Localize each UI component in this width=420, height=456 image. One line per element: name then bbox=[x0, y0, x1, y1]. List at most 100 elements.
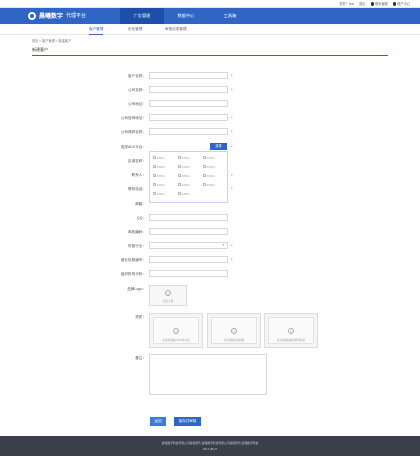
required-mark: * bbox=[231, 144, 233, 149]
customer-name-label: 客户名称： bbox=[128, 74, 146, 78]
contact-label: 联系人： bbox=[131, 173, 146, 177]
industry-label: 所属行业： bbox=[128, 244, 146, 248]
adx-option[interactable]: XXPAI bbox=[153, 182, 178, 187]
checkbox-icon bbox=[153, 183, 156, 186]
adx-option[interactable]: XXPAI bbox=[178, 155, 203, 160]
adx-option[interactable]: XXPAI bbox=[203, 182, 228, 187]
company-address-input[interactable] bbox=[149, 100, 228, 107]
upload-caption: 点击添加营业执照 bbox=[223, 339, 245, 342]
company-short-input[interactable] bbox=[149, 128, 228, 135]
adx-select-button[interactable]: 选择 bbox=[210, 143, 227, 150]
region-label: 区域名称： bbox=[128, 159, 146, 163]
adx-option[interactable]: XXPAI bbox=[178, 191, 203, 196]
org-code-cert-upload[interactable]: + 点击添加组织机构代码证 bbox=[264, 313, 318, 348]
qualification-label: 资质： bbox=[135, 315, 146, 319]
tab-optimization[interactable]: 优化管理 bbox=[128, 24, 142, 35]
upload-area: + 点击添加营业执照 bbox=[211, 317, 257, 344]
checkbox-icon bbox=[178, 192, 181, 195]
required-mark: * bbox=[231, 129, 233, 134]
nav-data-center[interactable]: 数据中心 bbox=[164, 8, 208, 24]
business-license-upload[interactable]: + 点击添加营业执照 bbox=[207, 313, 261, 348]
company-site-label: 公司官网地址： bbox=[120, 116, 146, 120]
license-number-label: 营业执照编号： bbox=[120, 258, 146, 262]
checkbox-icon bbox=[153, 156, 156, 159]
user-icon bbox=[392, 2, 397, 6]
adx-option[interactable]: XXPAI bbox=[203, 164, 228, 169]
contact-link[interactable]: 联系客服 bbox=[370, 1, 388, 6]
phone-label: 联系电话： bbox=[128, 187, 146, 191]
adx-option[interactable]: XXPAI bbox=[153, 173, 178, 178]
remark-textarea[interactable] bbox=[149, 354, 267, 395]
chevron-down-icon: ▼ bbox=[222, 243, 225, 247]
adx-option[interactable]: XXPAI bbox=[203, 155, 228, 160]
checkbox-icon bbox=[153, 192, 156, 195]
tab-customer-management[interactable]: 客户管理 bbox=[89, 24, 104, 35]
footer-copyright: 晨曦数字科技有限公司版权所有 晨曦数字科技有限公司版权所有 晨曦数字科技 bbox=[161, 441, 259, 445]
logo-text: 晨曦数字 bbox=[39, 14, 64, 20]
required-mark: * bbox=[231, 257, 233, 262]
zip-input[interactable] bbox=[149, 228, 228, 235]
org-code-input[interactable] bbox=[149, 270, 228, 277]
nav-ad-management[interactable]: 广告管理 bbox=[120, 8, 164, 24]
company-name-input[interactable] bbox=[149, 86, 228, 93]
zip-label: 邮政编码： bbox=[128, 230, 146, 234]
title-divider bbox=[32, 55, 388, 56]
company-name-label: 公司名称： bbox=[128, 88, 146, 92]
adx-option[interactable]: XXPAI bbox=[178, 182, 203, 187]
footer-date: 2017-08-27 bbox=[202, 447, 218, 451]
account-link[interactable]: 账户中心 bbox=[392, 1, 410, 6]
brand-logo-label: 品牌Logo： bbox=[127, 287, 146, 291]
brand-logo-upload[interactable]: + 点击上传 bbox=[149, 285, 187, 306]
sub-nav: 客户管理 优化管理 审核记录管理 bbox=[0, 24, 420, 35]
adx-option[interactable]: XXPAI bbox=[178, 173, 203, 178]
checkbox-icon bbox=[203, 174, 206, 177]
plus-icon: + bbox=[165, 290, 171, 296]
plus-icon: + bbox=[173, 328, 179, 334]
contact-icon bbox=[370, 2, 374, 6]
brand-logo[interactable]: 晨曦数字 代理平台 bbox=[28, 11, 86, 20]
required-mark: * bbox=[231, 87, 233, 92]
qq-input[interactable] bbox=[149, 214, 228, 221]
checkbox-icon bbox=[153, 174, 156, 177]
required-mark: * bbox=[231, 73, 233, 78]
adx-option[interactable]: XXPAI bbox=[178, 164, 203, 169]
required-mark: * bbox=[231, 186, 233, 191]
breadcrumb: 首页 > 客户管理 > 新建客户 bbox=[32, 39, 72, 43]
save-and-submit-button[interactable]: 保存并审核 bbox=[174, 417, 201, 426]
logo-icon bbox=[28, 11, 36, 20]
upload-caption: 点击上传 bbox=[162, 300, 174, 303]
plus-icon: + bbox=[231, 328, 237, 334]
upload-area: + 点击添加客户ICP许可证 bbox=[153, 317, 199, 344]
required-mark: * bbox=[231, 115, 233, 120]
checkbox-icon bbox=[203, 183, 206, 186]
checkbox-icon bbox=[153, 165, 156, 168]
tab-audit-records[interactable]: 审核记录管理 bbox=[165, 24, 187, 35]
adx-option[interactable]: XXPAI bbox=[203, 173, 228, 178]
adx-option[interactable]: XXPAI bbox=[153, 164, 178, 169]
back-button[interactable]: 返回 bbox=[150, 417, 166, 426]
company-address-label: 公司地址： bbox=[128, 102, 146, 106]
user-greeting: 您好！test bbox=[339, 2, 355, 6]
required-mark: * bbox=[231, 243, 233, 248]
adx-option[interactable]: XXPAI bbox=[153, 191, 178, 196]
industry-select[interactable] bbox=[149, 242, 228, 249]
icp-license-upload[interactable]: + 点击添加客户ICP许可证 bbox=[149, 313, 203, 348]
org-code-label: 组织机构代码： bbox=[120, 272, 146, 276]
exit-link[interactable]: 退出 bbox=[359, 1, 365, 6]
main-nav: 广告管理 数据中心 工具箱 bbox=[120, 8, 252, 24]
required-mark: * bbox=[231, 173, 233, 178]
adx-options-grid: XXPAI XXPAI XXPAI XXPAI XXPAI XXPAI XXPA… bbox=[153, 155, 228, 196]
company-site-input[interactable] bbox=[149, 114, 228, 121]
license-number-input[interactable] bbox=[149, 256, 228, 263]
page-footer: 晨曦数字科技有限公司版权所有 晨曦数字科技有限公司版权所有 晨曦数字科技 201… bbox=[0, 436, 420, 456]
adx-option[interactable]: XXPAI bbox=[153, 155, 178, 160]
checkbox-icon bbox=[178, 156, 181, 159]
nav-toolbox[interactable]: 工具箱 bbox=[208, 8, 252, 24]
customer-name-input[interactable] bbox=[149, 72, 228, 79]
upload-caption: 点击添加组织机构代码证 bbox=[276, 339, 306, 342]
logo-subtitle: 代理平台 bbox=[66, 13, 87, 19]
main-header: 晨曦数字 代理平台 广告管理 数据中心 工具箱 bbox=[0, 8, 420, 24]
top-utility-bar: 您好！test 退出 联系客服 账户中心 bbox=[0, 0, 420, 8]
checkbox-icon bbox=[203, 165, 206, 168]
upload-area: + 点击添加组织机构代码证 bbox=[268, 317, 314, 344]
